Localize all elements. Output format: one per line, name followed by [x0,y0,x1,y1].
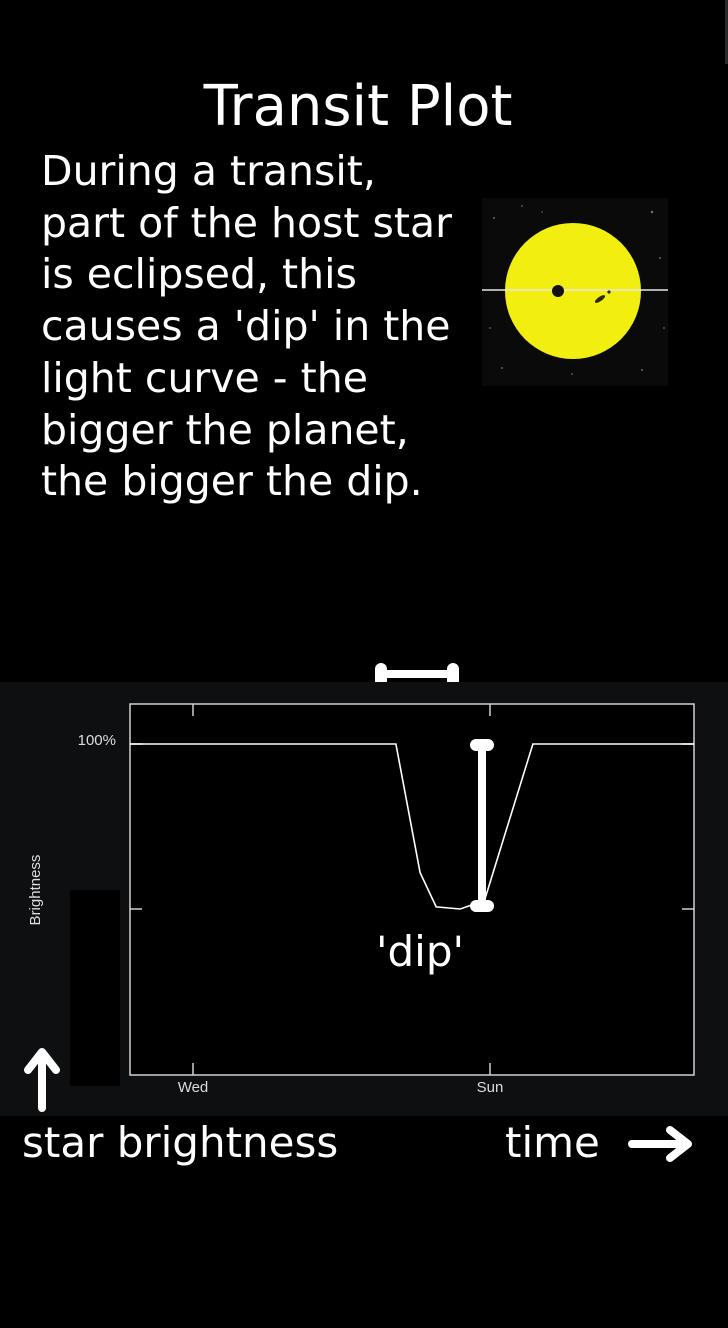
x-tick-label: Wed [178,1079,209,1096]
background-star [641,369,643,371]
host-star [505,223,641,359]
background-star [489,327,491,329]
background-star [493,217,495,219]
y-axis-label-text: Brightness [27,855,44,926]
light-curve-chart: Brightness Wed Sun 100% [27,703,695,1096]
star-brightness-caption: star brightness [22,1118,339,1167]
background-star [521,205,523,207]
arrow-right-icon [628,1126,692,1162]
background-star [659,257,661,259]
transit-description: During a transit, part of the host star … [41,147,452,506]
plot-area [129,703,695,1076]
arrow-up-icon [24,1048,60,1112]
sunspot [607,290,611,294]
star-with-transiting-planet-icon [482,198,668,386]
page-title: Transit Plot [203,73,513,139]
legend-box [70,890,120,1086]
y-axis-label: Brightness [27,855,44,926]
y-tick-label: 100% [78,732,116,749]
dip-label: 'dip' [375,927,465,976]
transiting-planet [552,285,564,297]
background-star [541,211,543,213]
background-star [650,210,654,214]
background-star [501,367,503,369]
background-star [571,373,573,375]
time-caption: time [505,1118,600,1167]
x-tick-label: Sun [477,1079,504,1096]
background-star [663,327,665,329]
